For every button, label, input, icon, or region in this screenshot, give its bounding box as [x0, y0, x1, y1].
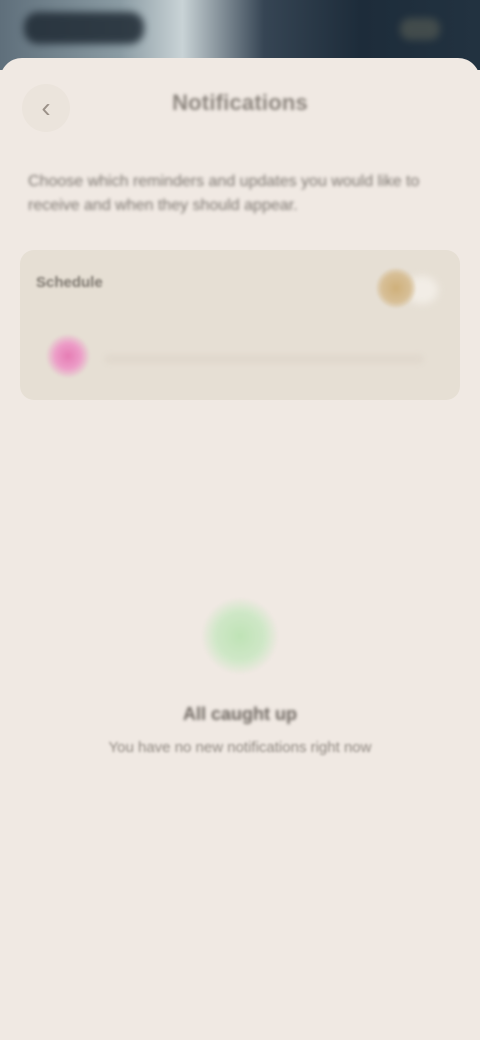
empty-state-title: All caught up — [183, 704, 297, 724]
main-sheet: ‹ Notifications Choose which reminders a… — [0, 58, 480, 1040]
card-row-line — [104, 354, 424, 364]
flower-icon — [46, 334, 90, 378]
empty-state-subtitle: You have no new notifications right now — [108, 739, 372, 756]
empty-state: All caught up You have no new notificati… — [0, 598, 480, 756]
status-left-blob — [24, 12, 144, 44]
description-text: Choose which reminders and updates you w… — [28, 173, 420, 214]
header: ‹ Notifications — [0, 78, 480, 134]
status-right-blob — [400, 18, 440, 40]
sun-icon — [376, 268, 416, 308]
check-circle-icon — [202, 598, 278, 674]
card-title: Schedule — [36, 274, 103, 291]
page-title: Notifications — [172, 90, 308, 115]
app-screen: ‹ Notifications Choose which reminders a… — [0, 0, 480, 1040]
schedule-card[interactable]: Schedule — [20, 250, 460, 400]
